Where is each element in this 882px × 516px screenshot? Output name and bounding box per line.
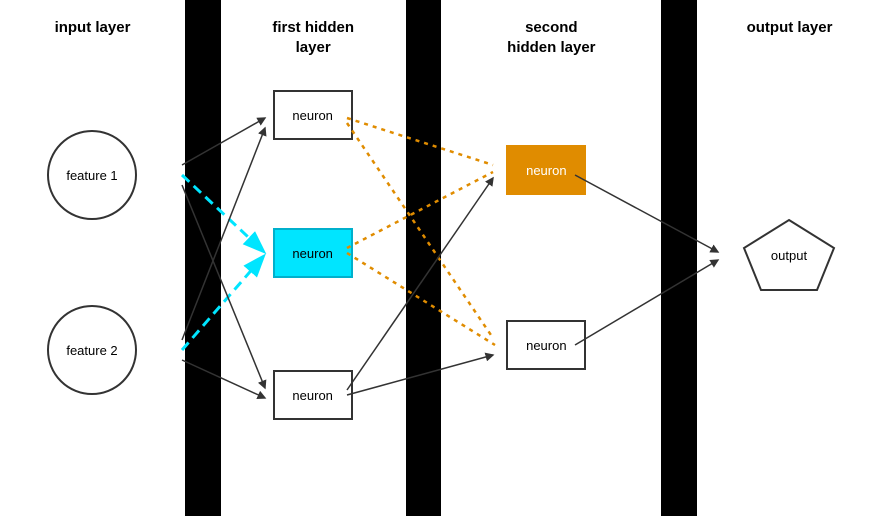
first-hidden-neuron3: neuron (273, 370, 353, 420)
output-node: output (739, 215, 839, 295)
feature1-node: feature 1 (47, 130, 137, 220)
input-layer-panel: input layer feature 1 feature 2 (0, 0, 185, 516)
gap2 (406, 0, 442, 516)
first-hidden-title: first hiddenlayer (272, 18, 354, 57)
first-hidden-neuron2: neuron (273, 228, 353, 278)
neural-network-diagram: input layer feature 1 feature 2 first hi… (0, 0, 882, 516)
second-hidden-title: secondhidden layer (507, 18, 595, 57)
neuron2-label: neuron (292, 246, 332, 261)
neuron1-label: neuron (292, 108, 332, 123)
second-hidden-neuron1: neuron (506, 145, 586, 195)
second-hidden-neuron2: neuron (506, 320, 586, 370)
gap3 (661, 0, 697, 516)
first-hidden-layer-panel: first hiddenlayer neuron neuron neuron (221, 0, 406, 516)
pentagon-svg: output (739, 215, 839, 295)
neuron3-label: neuron (292, 388, 332, 403)
second-neuron2-label: neuron (526, 338, 566, 353)
output-label: output (771, 248, 808, 263)
second-neuron1-label: neuron (526, 163, 566, 178)
gap1 (185, 0, 221, 516)
input-layer-title: input layer (55, 18, 131, 38)
feature2-label: feature 2 (66, 343, 117, 358)
feature1-label: feature 1 (66, 168, 117, 183)
first-hidden-neuron1: neuron (273, 90, 353, 140)
output-layer-panel: output layer output (697, 0, 882, 516)
feature2-node: feature 2 (47, 305, 137, 395)
output-layer-title: output layer (747, 18, 833, 38)
second-hidden-layer-panel: secondhidden layer neuron neuron (441, 0, 661, 516)
